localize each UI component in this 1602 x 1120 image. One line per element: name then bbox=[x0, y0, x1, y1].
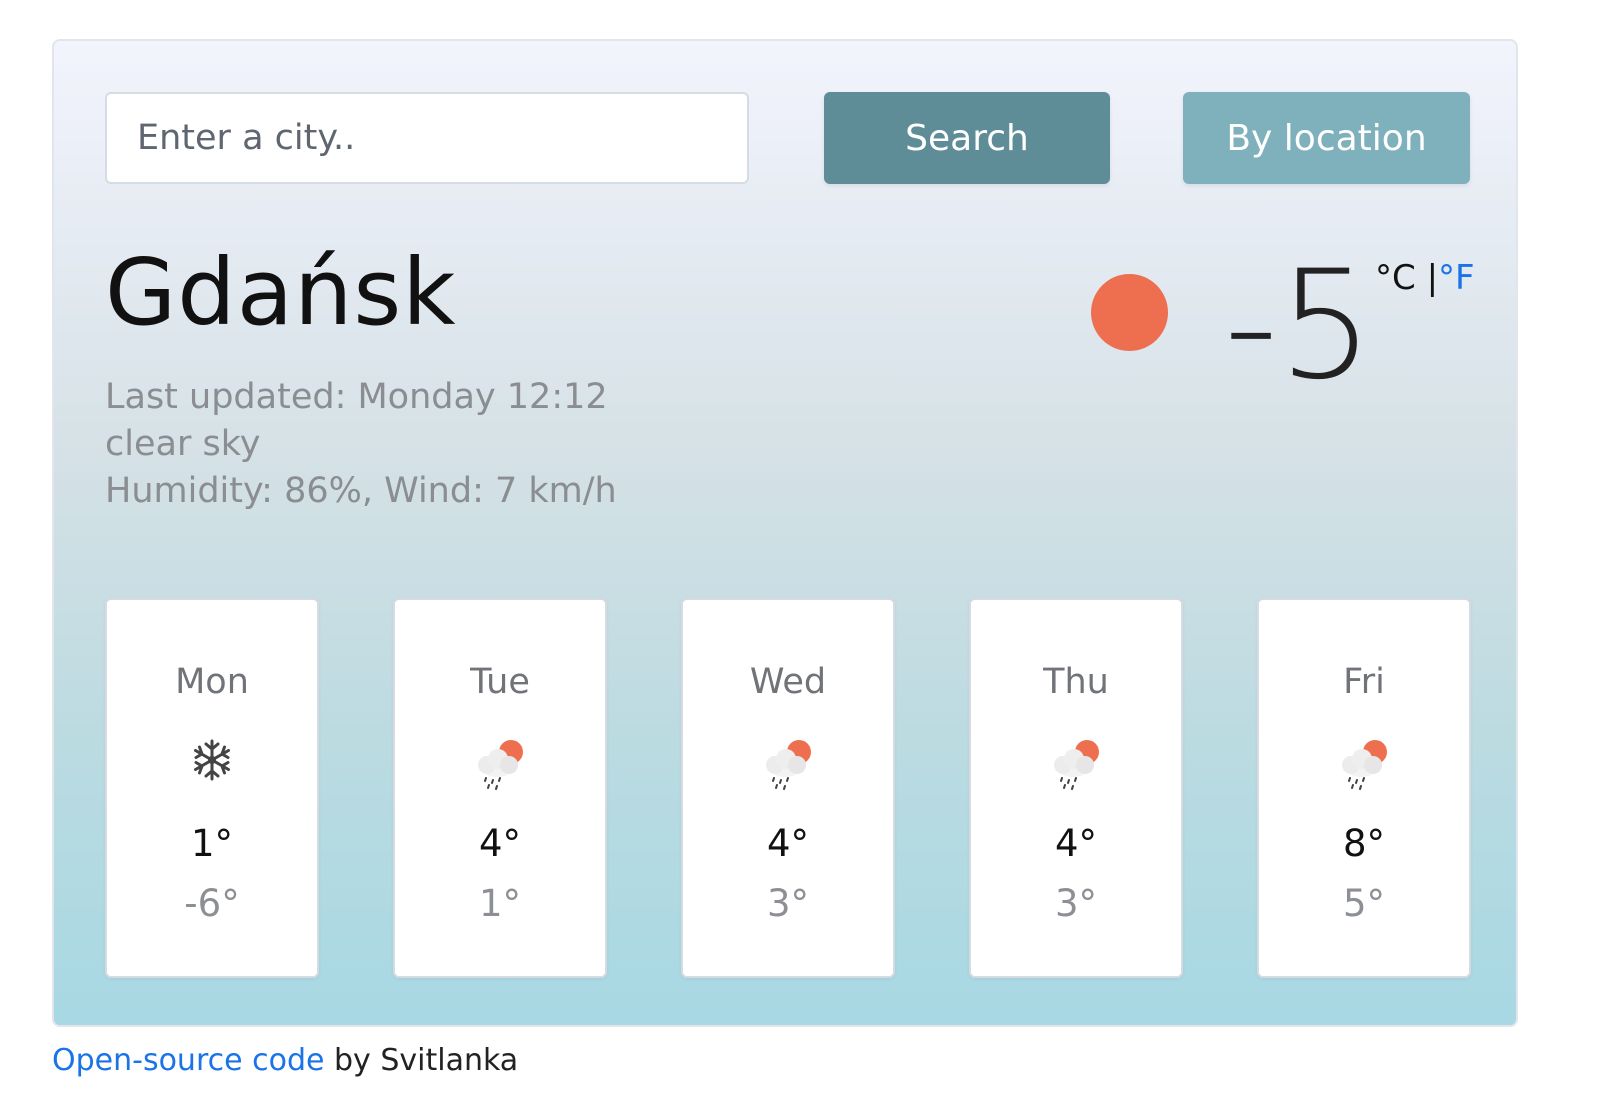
search-button[interactable]: Search bbox=[824, 92, 1110, 184]
forecast-min-temp: 3° bbox=[766, 882, 810, 925]
forecast-card-thu: Thu 4° 3° bbox=[969, 598, 1183, 978]
footer-author-text: by Svitlanka bbox=[324, 1043, 519, 1078]
forecast-min-temp: 5° bbox=[1342, 882, 1386, 925]
rain-sun-cloud-icon bbox=[1047, 738, 1105, 794]
fahrenheit-link[interactable]: °F bbox=[1438, 258, 1475, 298]
forecast-card-fri: Fri 8° 5° bbox=[1257, 598, 1471, 978]
forecast-day-label: Thu bbox=[1043, 662, 1109, 702]
forecast-max-temp: 4° bbox=[1054, 822, 1098, 865]
forecast-min-temp: 3° bbox=[1054, 882, 1098, 925]
forecast-min-temp: 1° bbox=[478, 882, 522, 925]
forecast-card-tue: Tue 4° 1° bbox=[393, 598, 607, 978]
forecast-min-temp: -6° bbox=[184, 882, 240, 925]
forecast-max-temp: 4° bbox=[478, 822, 522, 865]
city-search-input[interactable] bbox=[105, 92, 749, 184]
forecast-day-label: Mon bbox=[175, 662, 249, 702]
forecast-max-temp: 8° bbox=[1342, 822, 1386, 865]
rain-sun-cloud-icon bbox=[471, 738, 529, 794]
weather-description: clear sky bbox=[105, 424, 261, 464]
by-location-button[interactable]: By location bbox=[1183, 92, 1470, 184]
rain-sun-cloud-icon bbox=[1335, 738, 1393, 794]
clear-sky-sun-icon bbox=[1091, 274, 1168, 351]
forecast-max-temp: 4° bbox=[766, 822, 810, 865]
celsius-link[interactable]: °C bbox=[1375, 258, 1416, 298]
unit-separator: | bbox=[1426, 258, 1439, 298]
city-name: Gdańsk bbox=[105, 239, 457, 346]
weather-details: Last updated: Monday 12:12 clear sky Hum… bbox=[105, 374, 617, 515]
forecast-max-temp: 1° bbox=[190, 822, 234, 865]
open-source-link[interactable]: Open-source code bbox=[52, 1043, 324, 1078]
current-temperature: -5 bbox=[1224, 239, 1374, 413]
weather-app-card: Search By location Gdańsk Last updated: … bbox=[52, 39, 1518, 1027]
forecast-day-label: Tue bbox=[470, 662, 530, 702]
forecast-card-wed: Wed 4° 3° bbox=[681, 598, 895, 978]
forecast-day-label: Wed bbox=[749, 662, 827, 702]
rain-sun-cloud-icon bbox=[759, 738, 817, 794]
forecast-day-label: Fri bbox=[1343, 662, 1385, 702]
snowflake-icon bbox=[190, 738, 234, 786]
last-updated-text: Last updated: Monday 12:12 bbox=[105, 377, 608, 417]
footer: Open-source code by Svitlanka bbox=[52, 1043, 518, 1078]
unit-switch: °C |°F bbox=[1375, 261, 1475, 295]
forecast-card-mon: Mon 1° -6° bbox=[105, 598, 319, 978]
humidity-wind-text: Humidity: 86%, Wind: 7 km/h bbox=[105, 471, 617, 511]
